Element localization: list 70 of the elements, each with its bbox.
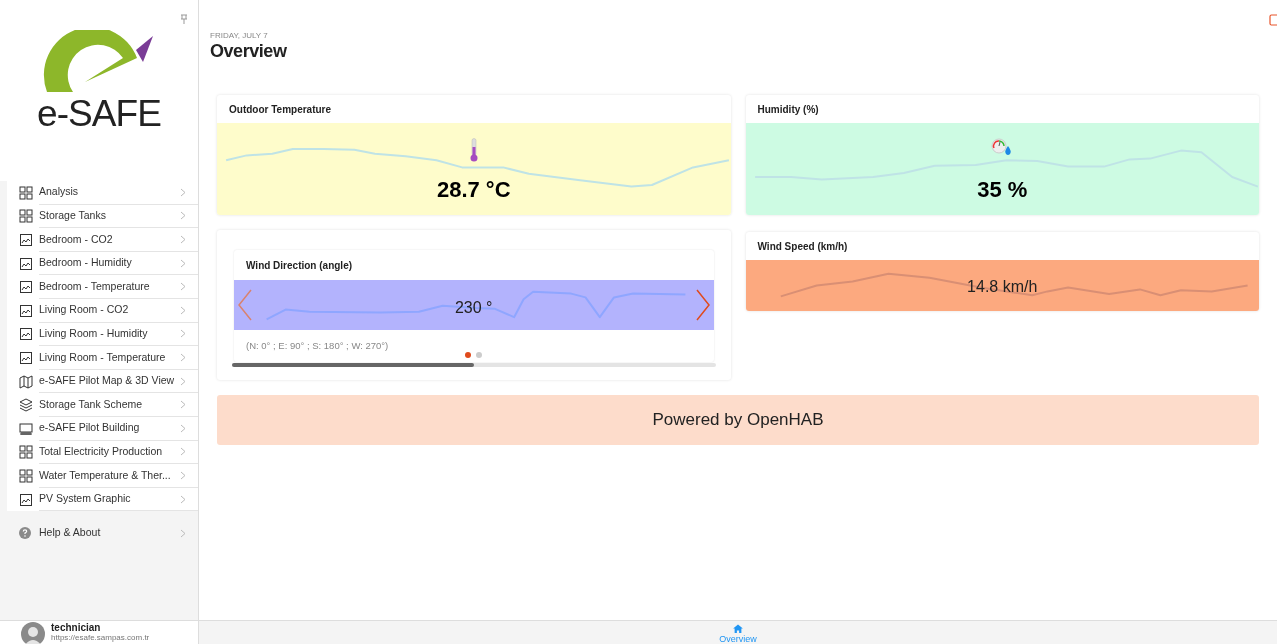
scrollbar-thumb[interactable] xyxy=(232,363,474,367)
chevron-icon xyxy=(180,470,186,480)
sidebar-item[interactable]: Storage Tank Scheme xyxy=(7,393,198,417)
caption-text: (N: 0° ; E: 90° ; S: 180° ; W: 270°) xyxy=(245,339,390,353)
chart-icon xyxy=(19,303,33,318)
sidebar-item[interactable]: Living Room - Temperature xyxy=(7,346,198,370)
chart-icon xyxy=(19,327,33,342)
layers-icon xyxy=(19,398,33,413)
chevron-icon xyxy=(180,258,186,268)
grid-icon xyxy=(19,445,33,460)
grid-icon xyxy=(19,185,33,200)
sidebar-item[interactable]: e-SAFE Pilot Map & 3D View xyxy=(7,369,198,394)
card-title: Humidity (%) xyxy=(756,102,820,117)
sidebar-item[interactable]: Total Electricity Production xyxy=(7,440,198,465)
map-icon xyxy=(19,374,33,389)
date-label: FRIDAY, JULY 7 xyxy=(210,31,268,40)
sidebar-item[interactable]: Bedroom - CO2 xyxy=(7,228,198,252)
pin-icon[interactable] xyxy=(180,14,188,24)
chevron-icon xyxy=(180,305,186,315)
chart-icon xyxy=(19,233,33,247)
sidebar-item[interactable]: Analysis xyxy=(7,181,198,205)
sidebar-item[interactable]: Water Temperature & Ther... xyxy=(7,464,198,488)
card-title: Wind Speed (km/h) xyxy=(756,239,849,254)
avatar-icon[interactable] xyxy=(21,622,45,644)
building-icon xyxy=(19,421,33,436)
previous-button[interactable] xyxy=(235,289,255,321)
chart-icon xyxy=(19,256,33,271)
sidebar-item[interactable]: PV System Graphic xyxy=(7,487,198,512)
value-text: 230 ° xyxy=(454,298,493,318)
sidebar-item[interactable]: Bedroom - Temperature xyxy=(7,275,198,299)
chevron-left-icon xyxy=(237,289,253,321)
sidebar-item[interactable]: Bedroom - Humidity xyxy=(7,251,198,276)
help-icon xyxy=(19,527,31,540)
chevron-icon xyxy=(180,423,186,433)
logo-text: e-SAFE xyxy=(37,94,161,134)
chevron-icon xyxy=(180,400,186,410)
chevron-icon xyxy=(180,494,186,504)
thermometer-icon xyxy=(469,138,478,162)
chevron-icon xyxy=(180,211,186,221)
card-title: Outdoor Temperature xyxy=(228,102,333,117)
home-icon xyxy=(731,624,745,633)
user-name: technician xyxy=(51,622,102,633)
sidebar-item[interactable]: Living Room - CO2 xyxy=(7,298,198,323)
page-title: Overview xyxy=(210,40,287,62)
chart-icon xyxy=(19,280,33,295)
banner: Powered by OpenHAB xyxy=(217,395,1259,445)
chart-icon xyxy=(19,492,33,507)
grid-icon xyxy=(19,209,33,224)
value-text: 35 % xyxy=(977,176,1028,204)
logo-icon xyxy=(43,30,155,92)
sidebar-item[interactable]: Storage Tanks xyxy=(7,204,198,229)
server-url: https://esafe.sampas.com.tr xyxy=(51,633,150,643)
chevron-right-icon xyxy=(694,289,711,321)
card-title: Wind Direction (angle) xyxy=(245,258,354,273)
scrollbar[interactable] xyxy=(232,363,716,367)
chevron-icon xyxy=(180,235,186,244)
chevron-icon xyxy=(180,376,186,386)
sidebar-item[interactable]: e-SAFE Pilot Building xyxy=(7,416,198,441)
chevron-icon xyxy=(180,447,186,457)
sidebar-item[interactable]: Living Room - Humidity xyxy=(7,322,198,347)
grid-icon xyxy=(19,468,33,483)
chevron-icon xyxy=(180,528,186,538)
value-text: 14.8 km/h xyxy=(967,277,1038,297)
chevron-icon xyxy=(180,352,186,362)
chevron-icon xyxy=(180,329,186,339)
chevron-icon xyxy=(180,187,186,197)
chevron-icon xyxy=(180,282,186,292)
chart-icon xyxy=(19,350,33,365)
value-text: 28.7 °C xyxy=(436,176,511,204)
humidity-gauge-icon xyxy=(991,138,1014,156)
